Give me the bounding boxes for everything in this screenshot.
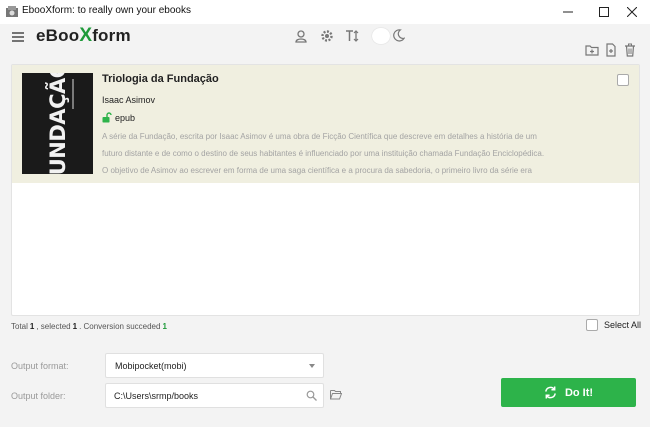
open-folder-icon[interactable] [330, 389, 342, 400]
select-all-label: Select All [604, 320, 642, 330]
book-description-line: futuro distante e de como o destino de s… [102, 149, 545, 158]
window-title: EbooXform: to really own your ebooks [22, 5, 191, 16]
book-list-item[interactable]: FUNDAÇÃO Triologia da Fundação Isaac Asi… [12, 65, 639, 183]
format-label: epub [115, 112, 136, 123]
output-format-label: Output format: [11, 361, 69, 371]
cover-title: FUNDAÇÃO [46, 73, 70, 174]
gear-icon[interactable] [320, 29, 334, 43]
app-logo: eBooXform [36, 25, 131, 46]
search-icon[interactable] [306, 390, 317, 401]
cover-decoration [72, 79, 74, 109]
book-select-checkbox[interactable] [617, 74, 629, 86]
book-description-line: O objetivo de Asimov ao escrever em form… [102, 166, 532, 175]
theme-toggle[interactable] [372, 28, 390, 44]
book-description-line: A série da Fundação, escrita por Isaac A… [102, 132, 537, 141]
user-icon[interactable] [294, 29, 308, 43]
chevron-down-icon [309, 364, 315, 368]
moon-icon[interactable] [392, 29, 405, 42]
output-folder-field[interactable] [105, 383, 324, 408]
output-folder-label: Output folder: [11, 391, 66, 401]
menu-icon[interactable] [11, 30, 25, 44]
add-folder-icon[interactable] [585, 43, 599, 57]
book-author: Isaac Asimov [102, 95, 156, 105]
book-cover: FUNDAÇÃO [22, 73, 93, 174]
select-all-checkbox[interactable]: Select All [586, 319, 641, 331]
output-format-value: Mobipocket(mobi) [115, 361, 187, 371]
close-button[interactable] [614, 0, 650, 24]
output-format-select[interactable]: Mobipocket(mobi) [105, 353, 324, 378]
add-file-icon[interactable] [604, 43, 618, 57]
trash-icon[interactable] [623, 43, 637, 57]
text-size-icon[interactable] [345, 29, 359, 43]
minimize-icon [563, 11, 573, 13]
output-folder-input[interactable] [114, 388, 304, 404]
book-title: Triologia da Fundação [102, 73, 219, 85]
book-format: epub [102, 112, 135, 123]
minimize-button[interactable] [550, 0, 586, 24]
app-logo-icon [6, 6, 18, 17]
status-summary: Total 1 , selected 1 . Conversion succed… [11, 322, 167, 331]
do-it-label: Do It! [564, 386, 594, 399]
select-all-box[interactable] [586, 319, 598, 331]
maximize-icon [599, 7, 609, 17]
do-it-button[interactable]: Do It! [501, 378, 636, 407]
window-titlebar: EbooXform: to really own your ebooks [0, 0, 650, 24]
book-list: FUNDAÇÃO Triologia da Fundação Isaac Asi… [11, 64, 640, 316]
close-icon [627, 7, 637, 17]
refresh-icon [545, 386, 556, 399]
app-toolbar: eBooXform [0, 24, 650, 62]
unlock-icon [102, 112, 112, 123]
